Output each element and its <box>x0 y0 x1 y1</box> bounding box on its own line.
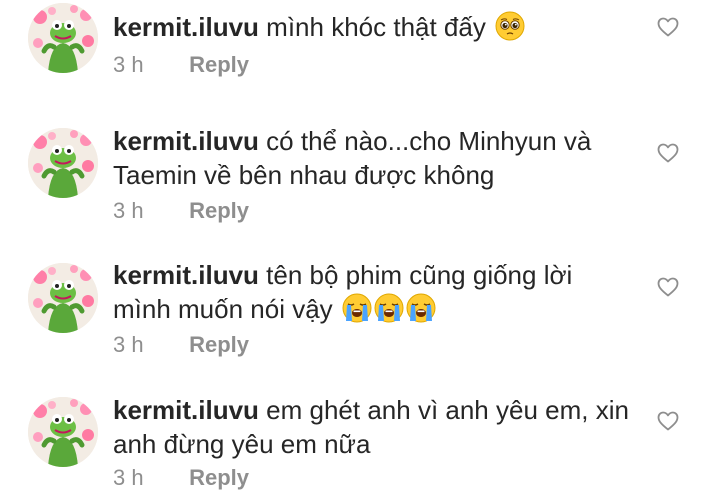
comment-text: mình khóc thật đấy <box>266 12 486 42</box>
heart-outline-icon[interactable] <box>656 15 680 39</box>
comment-text-block: kermit.iluvu có thể nào...cho Minhyun và… <box>113 124 633 192</box>
comment-timestamp: 3 h <box>113 52 144 77</box>
comment-text-block: kermit.iluvu tên bộ phim cũng giống lời … <box>113 258 633 326</box>
comment-username[interactable]: kermit.iluvu <box>113 395 259 425</box>
comment-timestamp: 3 h <box>113 332 144 357</box>
avatar[interactable] <box>28 397 98 467</box>
comment-meta: 3 h Reply <box>113 198 249 224</box>
heart-outline-icon[interactable] <box>656 275 680 299</box>
heart-outline-icon[interactable] <box>656 141 680 165</box>
comment-username[interactable]: kermit.iluvu <box>113 126 259 156</box>
pleading-face-emoji <box>495 11 525 41</box>
reply-button[interactable]: Reply <box>189 465 249 490</box>
comment-meta: 3 h Reply <box>113 465 249 491</box>
comment-timestamp: 3 h <box>113 198 144 223</box>
heart-outline-icon[interactable] <box>656 409 680 433</box>
comment-meta: 3 h Reply <box>113 52 249 78</box>
comment-meta: 3 h Reply <box>113 332 249 358</box>
loudly-crying-face-emoji <box>406 293 436 323</box>
comment-text-block: kermit.iluvu mình khóc thật đấy <box>113 10 633 44</box>
loudly-crying-face-emoji <box>374 293 404 323</box>
comment-username[interactable]: kermit.iluvu <box>113 12 259 42</box>
loudly-crying-face-emoji <box>342 293 372 323</box>
avatar[interactable] <box>28 3 98 73</box>
comment-username[interactable]: kermit.iluvu <box>113 260 259 290</box>
avatar[interactable] <box>28 263 98 333</box>
reply-button[interactable]: Reply <box>189 52 249 77</box>
avatar[interactable] <box>28 128 98 198</box>
reply-button[interactable]: Reply <box>189 332 249 357</box>
reply-button[interactable]: Reply <box>189 198 249 223</box>
comment-timestamp: 3 h <box>113 465 144 490</box>
comment-text-block: kermit.iluvu em ghét anh vì anh yêu em, … <box>113 393 633 461</box>
